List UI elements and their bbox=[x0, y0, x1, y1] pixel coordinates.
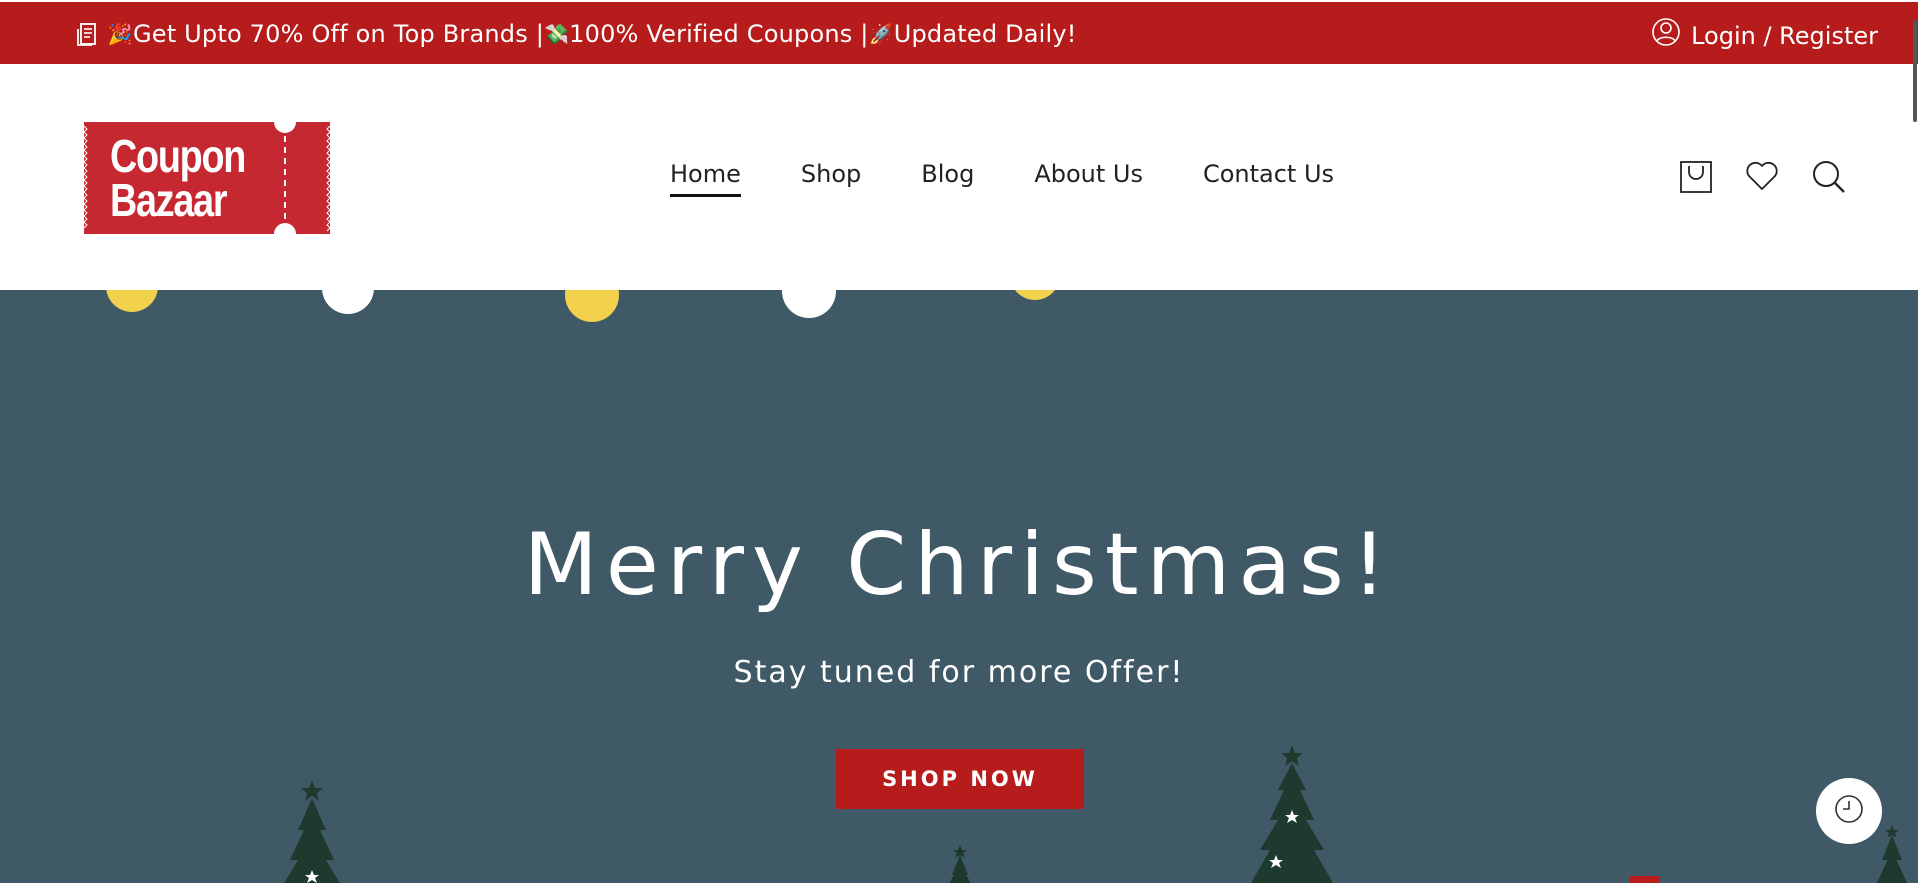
clock-icon bbox=[1833, 793, 1865, 829]
logo-line-1: Coupon bbox=[110, 130, 246, 182]
christmas-tree-decoration bbox=[949, 845, 971, 883]
user-icon bbox=[1651, 17, 1681, 55]
hero-banner: Merry Christmas! Stay tuned for more Off… bbox=[0, 290, 1918, 883]
nav-item-home[interactable]: Home bbox=[670, 160, 741, 197]
recently-viewed-button[interactable] bbox=[1816, 778, 1882, 844]
login-register-link[interactable]: Login / Register bbox=[1651, 17, 1878, 55]
light-bulb-decoration bbox=[782, 290, 836, 318]
nav-item-contact-us[interactable]: Contact Us bbox=[1203, 160, 1334, 197]
search-icon[interactable] bbox=[1810, 158, 1846, 198]
nav-item-shop[interactable]: Shop bbox=[801, 160, 861, 197]
main-nav: Home Shop Blog About Us Contact Us bbox=[670, 160, 1334, 197]
promo-part-updated: Updated Daily! bbox=[893, 20, 1077, 48]
shop-now-button[interactable]: SHOP NOW bbox=[836, 749, 1084, 809]
rocket-icon: 🚀 bbox=[868, 22, 894, 46]
promo-bar: 🎉Get Upto 70% Off on Top Brands |💸100% V… bbox=[0, 2, 1918, 64]
light-bulb-decoration bbox=[322, 290, 374, 314]
light-bulb-decoration bbox=[106, 290, 158, 312]
money-icon: 💸 bbox=[544, 22, 570, 46]
logo-line-2: Bazaar bbox=[110, 174, 228, 226]
promo-text: 🎉Get Upto 70% Off on Top Brands |💸100% V… bbox=[76, 17, 1077, 50]
login-label: Login / Register bbox=[1691, 22, 1878, 50]
heart-icon[interactable] bbox=[1744, 158, 1780, 198]
light-bulb-decoration bbox=[1010, 290, 1060, 300]
promo-part-verified: 100% Verified Coupons | bbox=[569, 20, 869, 48]
christmas-tree-decoration bbox=[1876, 825, 1908, 883]
scrollbar-thumb[interactable] bbox=[1913, 20, 1917, 122]
cart-icon[interactable] bbox=[1678, 158, 1714, 198]
hero-subtitle: Stay tuned for more Offer! bbox=[733, 655, 1185, 690]
page-scrollbar[interactable] bbox=[1910, 0, 1918, 883]
light-bulb-decoration bbox=[565, 290, 619, 322]
christmas-tree-decoration bbox=[284, 780, 340, 883]
site-header: Coupon Bazaar Home Shop Blog About Us Co… bbox=[0, 64, 1918, 290]
hero-title: Merry Christmas! bbox=[523, 515, 1395, 615]
coupon-icon bbox=[76, 20, 108, 48]
promo-part-discount: Get Upto 70% Off on Top Brands | bbox=[132, 20, 545, 48]
header-icons bbox=[1678, 158, 1846, 198]
gift-decoration bbox=[1630, 876, 1660, 883]
site-logo[interactable]: Coupon Bazaar bbox=[84, 122, 330, 234]
nav-item-blog[interactable]: Blog bbox=[921, 160, 974, 197]
christmas-tree-decoration bbox=[1251, 745, 1333, 883]
nav-item-about-us[interactable]: About Us bbox=[1034, 160, 1143, 197]
party-icon: 🎉 bbox=[107, 22, 133, 46]
logo-text: Coupon Bazaar bbox=[110, 130, 246, 226]
